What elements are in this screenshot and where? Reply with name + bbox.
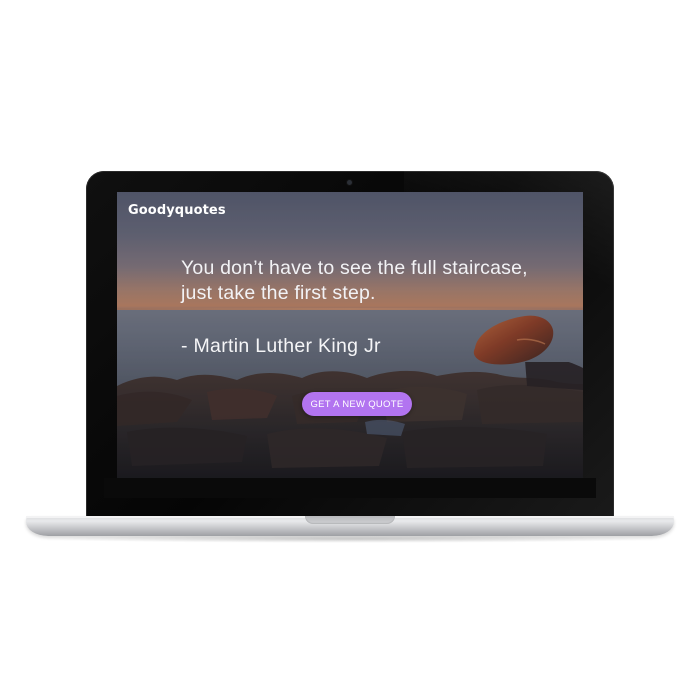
laptop-screen: Goodyquotes You don’t have to see the fu…: [117, 192, 583, 478]
brand-logo[interactable]: Goodyquotes: [128, 203, 226, 218]
webcam-icon: [347, 180, 352, 185]
quote-text: You don’t have to see the full staircase…: [181, 257, 528, 304]
product-mockup: Goodyquotes You don’t have to see the fu…: [0, 0, 700, 700]
quote-author: - Martin Luther King Jr: [181, 335, 381, 357]
laptop-opening-notch: [305, 516, 395, 524]
laptop-shadow: [40, 535, 660, 543]
screen-bezel-bottom: [104, 478, 596, 498]
new-quote-button[interactable]: GET A NEW QUOTE: [302, 392, 412, 416]
